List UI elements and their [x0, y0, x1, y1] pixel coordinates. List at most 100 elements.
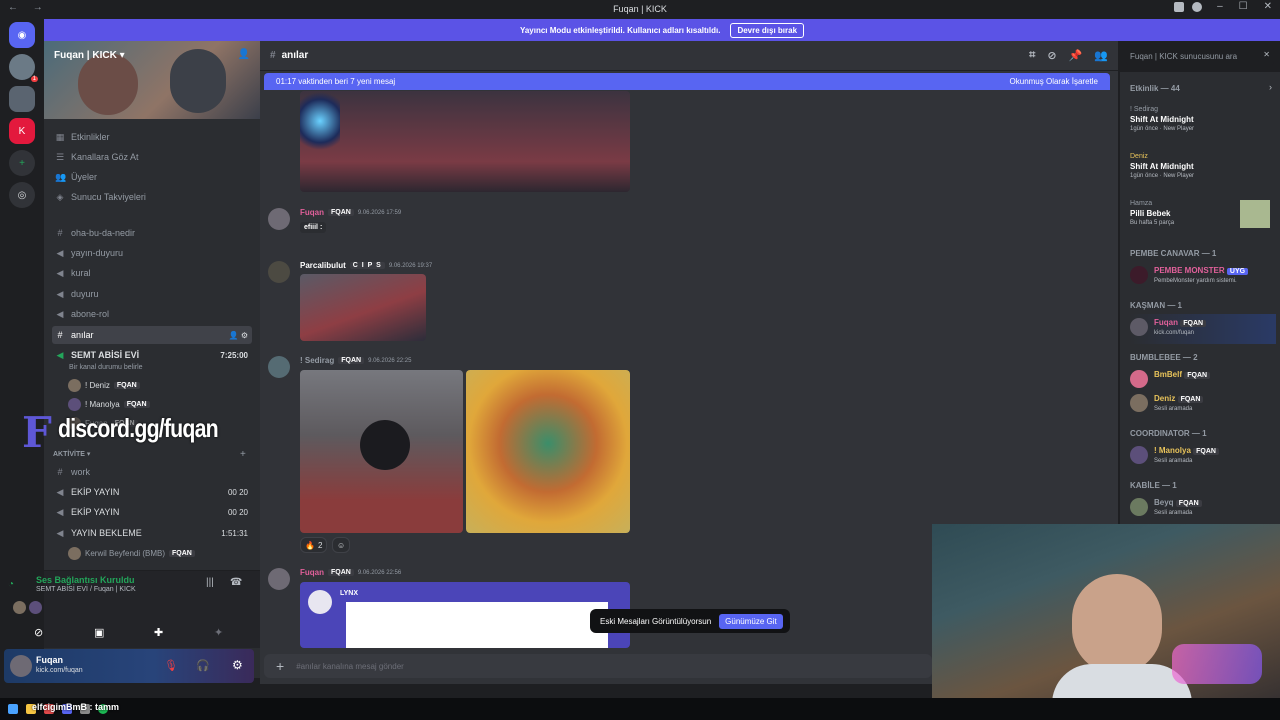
voice-status-text[interactable]: Ses Bağlantısı Kuruldu	[36, 575, 135, 585]
channel-item[interactable]: ◀ duyuru	[52, 285, 252, 303]
close-button[interactable]: ✕	[1264, 1, 1272, 12]
channel-item[interactable]: ◀ abone-rol	[52, 305, 252, 323]
avatar[interactable]	[268, 261, 290, 283]
megaphone-icon: ◀	[56, 308, 64, 319]
message-author[interactable]: ! Sedirag	[300, 356, 334, 365]
channel-settings-icon[interactable]: 👤 ⚙	[229, 331, 252, 340]
voice-user[interactable]: ! Deniz FQAN	[68, 376, 140, 394]
disable-streamer-mode-button[interactable]: Devre dışı bırak	[730, 22, 805, 38]
channel-item[interactable]: # work	[52, 463, 252, 481]
voice-status[interactable]: Bir kanal durumu belirle	[69, 364, 143, 371]
add-channel-icon[interactable]: +	[240, 449, 246, 460]
voice-channel[interactable]: ◀ EKİP YAYIN 00 20	[52, 503, 252, 521]
reaction-fire[interactable]: 🔥 2	[300, 537, 328, 553]
soundboard-icon[interactable]: ✦	[214, 626, 223, 639]
screen-share-icon[interactable]: ▣	[94, 626, 104, 639]
activity-card[interactable]: Hamza Pilli Bebek Bu hafta 5 parça	[1130, 200, 1276, 228]
jump-to-present-button[interactable]: Günümüze Git	[719, 613, 783, 629]
voice-channel[interactable]: ◀ EKİP YAYIN 00 20	[52, 483, 252, 501]
close-search-icon[interactable]: ✕	[1263, 50, 1270, 59]
channel-item[interactable]: ◀ kural	[52, 264, 252, 282]
maximize-button[interactable]: ☐	[1239, 1, 1248, 12]
avatar	[1130, 266, 1148, 284]
sidebar-item-browse[interactable]: ☰ Kanallara Göz At	[52, 148, 252, 166]
message-image[interactable]	[300, 274, 426, 341]
member-list-icon[interactable]: 👥	[1094, 49, 1108, 62]
kick-server-icon[interactable]: K	[9, 118, 35, 144]
member-item[interactable]: Deniz FQAN Sesli aramada	[1130, 390, 1276, 420]
message-image[interactable]	[300, 370, 463, 533]
role-header: BUMBLEBEE — 2	[1130, 353, 1198, 362]
camera-off-icon[interactable]: ⊘	[34, 626, 43, 639]
browse-icon: ☰	[55, 151, 65, 162]
signal-icon: ◔	[8, 579, 15, 590]
message-author[interactable]: Parcalibulut	[300, 261, 346, 270]
member-item[interactable]: Fuqan FQAN kick.com/fuqan	[1130, 314, 1276, 344]
voice-timer: 7:25:00	[220, 350, 248, 360]
explore-icon[interactable]: ◎	[9, 182, 35, 208]
avatar	[1130, 498, 1148, 516]
avatar[interactable]	[268, 356, 290, 378]
channel-item-active[interactable]: # anılar 👤 ⚙	[52, 326, 252, 344]
threads-icon[interactable]: ⌗	[1029, 49, 1035, 62]
channel-header: # anılar ⌗ ⊘ 📌 👥	[260, 41, 1118, 71]
message-input[interactable]: #anılar kanalına mesaj gönder	[296, 662, 404, 671]
avatar[interactable]	[268, 568, 290, 590]
message-composer[interactable]: + #anılar kanalına mesaj gönder	[264, 654, 932, 678]
start-icon[interactable]	[8, 704, 18, 714]
add-reaction-button[interactable]: ☺	[332, 537, 351, 553]
voice-location[interactable]: SEMT ABİSİ EVİ / Fuqan | KICK	[36, 586, 136, 593]
message-author[interactable]: Fuqan	[300, 568, 324, 577]
nav-arrows[interactable]: ← →	[8, 2, 49, 13]
pin-icon[interactable]: 📌	[1069, 49, 1083, 62]
category-aktivite[interactable]: AKTİVİTE ▾	[53, 450, 90, 458]
notification-off-icon[interactable]: ⊘	[1047, 49, 1056, 62]
mute-icon[interactable]: 🎙	[164, 659, 178, 672]
server-avatar-2[interactable]	[9, 86, 35, 112]
streamer-mode-banner: Yayıncı Modu etkinleştirildi. Kullanıcı …	[44, 19, 1280, 41]
calendar-icon: ▦	[55, 131, 65, 142]
sidebar-item-events[interactable]: ▦ Etkinlikler	[52, 128, 252, 146]
server-header[interactable]: Fuqan | KICK ▾ 👤	[44, 41, 260, 119]
add-server-icon[interactable]: +	[9, 150, 35, 176]
voice-user[interactable]: ! Manolya FQAN	[68, 395, 150, 413]
avatar[interactable]	[268, 208, 290, 230]
user-name[interactable]: Fuqan	[36, 655, 63, 665]
deafen-icon[interactable]: 🎧	[196, 659, 210, 672]
member-item[interactable]: ! Manolya FQAN Sesli aramada	[1130, 442, 1276, 472]
inbox-icon[interactable]	[1174, 2, 1184, 12]
server-avatar-1[interactable]: 1	[9, 54, 38, 82]
disconnect-icon[interactable]: ☎	[230, 577, 242, 588]
message-author[interactable]: Fuqan	[300, 208, 324, 217]
message-image[interactable]	[466, 370, 630, 533]
chevron-right-icon[interactable]: ›	[1269, 82, 1272, 92]
member-item[interactable]: Beyq FQAN Sesli aramada	[1130, 494, 1276, 524]
sidebar-item-members[interactable]: 👥 Üyeler	[52, 168, 252, 186]
chat-overlay-text: elfcigimBmB : tamm	[32, 702, 120, 712]
message-embed[interactable]: LYNX	[300, 582, 630, 648]
search-input[interactable]: Fuqan | KICK sunucusunu ara ✕	[1126, 47, 1274, 65]
mark-as-read-button[interactable]: Okunmuş Olarak İşaretle	[1010, 77, 1098, 86]
activities-icon[interactable]: ✚	[154, 626, 163, 639]
noise-suppression-icon[interactable]: |||	[206, 577, 214, 588]
voice-channel-semt[interactable]: ◀ SEMT ABİSİ EVİ 7:25:00	[52, 346, 252, 364]
member-list: Etkinlik — 44 › ! Sedirag Shift At Midni…	[1120, 72, 1280, 524]
voice-user[interactable]: Kerwil Beyfendi (BMB) FQAN	[68, 544, 195, 562]
attach-plus-icon[interactable]: +	[276, 658, 284, 674]
avatar[interactable]	[10, 655, 32, 677]
channel-item[interactable]: # oha-bu-da-nedir	[52, 224, 252, 242]
invite-people-icon[interactable]: 👤	[238, 49, 250, 60]
voice-channel[interactable]: ◀ YAYIN BEKLEME 1:51:31	[52, 524, 252, 542]
help-icon[interactable]	[1192, 2, 1202, 12]
settings-gear-icon[interactable]: ⚙	[232, 658, 243, 672]
discord-home-icon[interactable]: ◉	[9, 22, 35, 48]
minimize-button[interactable]: –	[1217, 1, 1223, 12]
sidebar-item-boosts[interactable]: ◈ Sunucu Takviyeleri	[52, 188, 252, 206]
activity-card[interactable]: Deniz Shift At Midnight 1gün önce · New …	[1130, 153, 1276, 179]
channel-item[interactable]: ◀ yayın-duyuru	[52, 244, 252, 262]
member-item[interactable]: PEMBE MONSTER UYG PembeMonster yardım si…	[1130, 262, 1276, 292]
hash-icon: #	[57, 467, 63, 477]
new-messages-bar[interactable]: 01:17 vaktinden beri 7 yeni mesaj Okunmu…	[264, 73, 1110, 90]
message-image[interactable]	[300, 91, 630, 192]
activity-card[interactable]: ! Sedirag Shift At Midnight 1gün önce · …	[1130, 106, 1276, 132]
